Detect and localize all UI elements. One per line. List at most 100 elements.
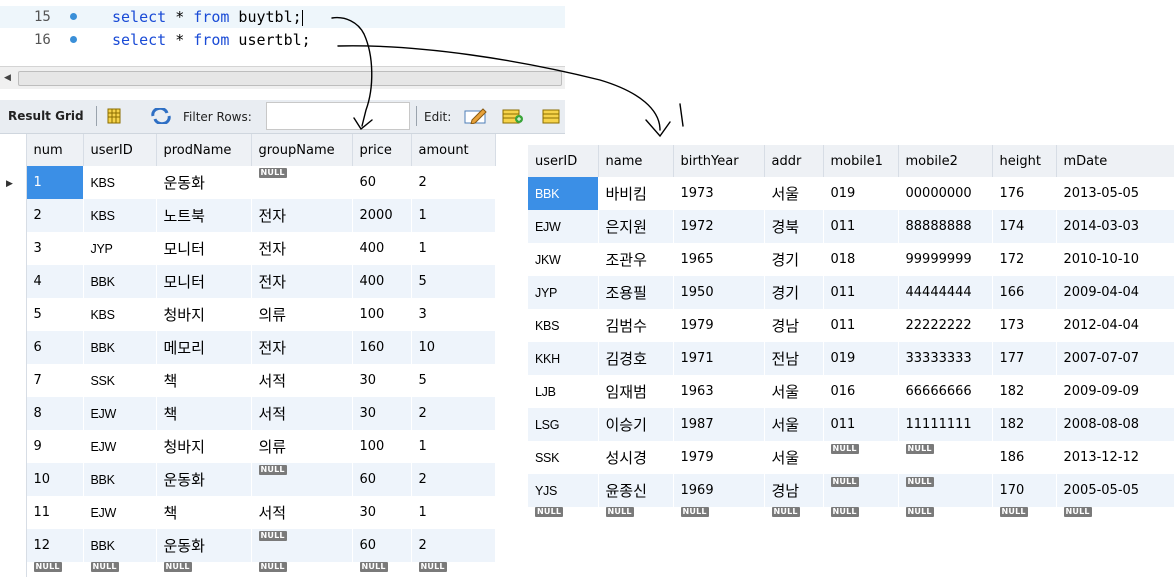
table-cell[interactable]: 30 [352, 364, 412, 397]
table-cell[interactable]: KBS [528, 309, 599, 342]
table-cell[interactable]: 44444444 [898, 276, 993, 309]
table-cell[interactable]: 2 [26, 199, 84, 232]
table-cell[interactable]: 전자 [251, 265, 353, 298]
column-header[interactable]: userID [528, 145, 599, 177]
buytbl-result-grid[interactable]: num userID prodName groupName price amou… [0, 134, 496, 577]
table-cell[interactable]: NULL [992, 507, 1057, 522]
table-row[interactable]: 5 KBS 청바지 의류 100 3 [0, 298, 496, 331]
table-row[interactable]: SSK 성시경 1979 서울 NULL NULL 186 2013-12-12 [528, 441, 1174, 474]
table-cell[interactable]: 2 [411, 397, 496, 430]
row-header[interactable] [0, 199, 27, 232]
table-cell[interactable]: 2 [411, 463, 496, 496]
usertbl-result-grid[interactable]: userID name birthYear addr mobile1 mobil… [528, 145, 1174, 522]
table-row[interactable]: 7 SSK 책 서적 30 5 [0, 364, 496, 397]
column-header[interactable]: name [598, 145, 674, 177]
table-cell[interactable]: 윤종신 [598, 474, 674, 507]
table-row[interactable]: 6 BBK 메모리 전자 160 10 [0, 331, 496, 364]
table-cell[interactable]: 운동화 [156, 463, 252, 496]
table-cell[interactable]: 2010-10-10 [1056, 243, 1174, 276]
column-header[interactable]: num [26, 134, 84, 166]
table-cell[interactable]: 서울 [764, 177, 824, 210]
table-cell[interactable]: 운동화 [156, 529, 252, 562]
table-cell[interactable]: 011 [823, 210, 899, 243]
table-cell[interactable]: 책 [156, 496, 252, 529]
table-cell[interactable]: 3 [411, 298, 496, 331]
row-header[interactable] [0, 232, 27, 265]
table-cell[interactable]: 66666666 [898, 375, 993, 408]
row-header[interactable] [0, 562, 27, 577]
table-cell[interactable]: NULL [156, 562, 252, 577]
table-cell[interactable]: 2 [411, 529, 496, 562]
table-cell[interactable]: 전자 [251, 232, 353, 265]
table-cell[interactable]: 60 [352, 166, 412, 199]
table-cell[interactable]: YJS [528, 474, 599, 507]
table-cell[interactable]: NULL [823, 441, 899, 474]
table-cell[interactable]: NULL [26, 562, 84, 577]
table-cell[interactable]: NULL [528, 507, 599, 522]
table-cell[interactable]: 성시경 [598, 441, 674, 474]
table-cell[interactable]: 11111111 [898, 408, 993, 441]
table-cell[interactable]: 186 [992, 441, 1057, 474]
table-row[interactable]: 10 BBK 운동화 NULL 60 2 [0, 463, 496, 496]
table-cell[interactable]: 1 [411, 199, 496, 232]
table-cell[interactable]: 조용필 [598, 276, 674, 309]
table-cell[interactable]: 182 [992, 408, 1057, 441]
table-cell[interactable]: 2008-08-08 [1056, 408, 1174, 441]
table-cell[interactable]: 청바지 [156, 430, 252, 463]
table-cell[interactable]: NULL [251, 463, 353, 496]
table-cell[interactable]: NULL [83, 562, 157, 577]
table-cell[interactable]: NULL [598, 507, 674, 522]
table-cell[interactable]: NULL [823, 474, 899, 507]
table-cell[interactable]: 177 [992, 342, 1057, 375]
table-cell[interactable]: 은지원 [598, 210, 674, 243]
table-cell[interactable]: 173 [992, 309, 1057, 342]
table-cell[interactable]: 100 [352, 430, 412, 463]
table-cell[interactable]: 2013-05-05 [1056, 177, 1174, 210]
row-header[interactable]: ▶ [0, 166, 27, 199]
table-cell[interactable]: 12 [26, 529, 84, 562]
table-cell[interactable]: JYP [528, 276, 599, 309]
table-cell[interactable]: 경기 [764, 243, 824, 276]
table-cell[interactable]: SSK [528, 441, 599, 474]
table-cell[interactable]: 100 [352, 298, 412, 331]
table-cell[interactable]: 서적 [251, 397, 353, 430]
column-header[interactable]: prodName [156, 134, 252, 166]
table-cell[interactable]: 4 [26, 265, 84, 298]
table-cell[interactable]: 011 [823, 408, 899, 441]
table-row[interactable]: 11 EJW 책 서적 30 1 [0, 496, 496, 529]
table-cell[interactable]: 99999999 [898, 243, 993, 276]
table-cell[interactable]: 전남 [764, 342, 824, 375]
table-cell[interactable]: 30 [352, 397, 412, 430]
table-row[interactable]: 8 EJW 책 서적 30 2 [0, 397, 496, 430]
breakpoint-dot-icon[interactable] [70, 36, 77, 43]
table-cell[interactable]: 182 [992, 375, 1057, 408]
table-cell[interactable]: 016 [823, 375, 899, 408]
table-row[interactable]: JKW 조관우 1965 경기 018 99999999 172 2010-10-10 [528, 243, 1174, 276]
row-header[interactable] [0, 496, 27, 529]
result-grid-label[interactable]: Result Grid [8, 109, 84, 123]
table-cell[interactable]: 김범수 [598, 309, 674, 342]
table-cell[interactable]: KKH [528, 342, 599, 375]
table-cell[interactable]: 1972 [673, 210, 765, 243]
table-cell[interactable]: 011 [823, 276, 899, 309]
table-cell[interactable]: 2007-07-07 [1056, 342, 1174, 375]
table-cell[interactable]: 김경호 [598, 342, 674, 375]
column-header[interactable]: groupName [251, 134, 353, 166]
table-cell[interactable]: 018 [823, 243, 899, 276]
row-header[interactable] [0, 397, 27, 430]
table-cell[interactable]: 경남 [764, 474, 824, 507]
table-cell[interactable]: 메모리 [156, 331, 252, 364]
table-row[interactable]: YJS 윤종신 1969 경남 NULL NULL 170 2005-05-05 [528, 474, 1174, 507]
table-cell[interactable]: 9 [26, 430, 84, 463]
column-header[interactable]: height [992, 145, 1057, 177]
table-cell[interactable]: 2 [411, 166, 496, 199]
table-cell[interactable]: 이승기 [598, 408, 674, 441]
table-cell[interactable]: 2014-03-03 [1056, 210, 1174, 243]
table-cell[interactable]: 책 [156, 364, 252, 397]
table-cell[interactable]: NULL [1056, 507, 1174, 522]
row-header[interactable] [0, 364, 27, 397]
table-cell[interactable]: 경남 [764, 309, 824, 342]
code-line-16[interactable]: 16 select * from usertbl; [0, 29, 565, 51]
row-header[interactable] [0, 529, 27, 562]
table-cell[interactable]: 1987 [673, 408, 765, 441]
